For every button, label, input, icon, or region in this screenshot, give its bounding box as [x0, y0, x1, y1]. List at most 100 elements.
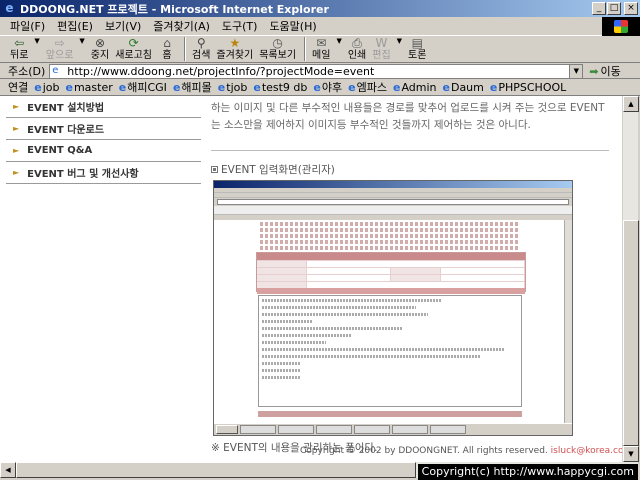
mail-icon: ✉: [316, 36, 327, 50]
screenshot-submit-bar: [258, 411, 522, 417]
window-title: DDOONG.NET 프로젝트 - Microsoft Internet Exp…: [20, 2, 329, 16]
browser-window: e DDOONG.NET 프로젝트 - Microsoft Internet E…: [0, 0, 640, 480]
back-dropdown-icon[interactable]: ▼: [34, 37, 39, 45]
menu-tools[interactable]: 도구(T): [216, 18, 264, 34]
link-tjob[interactable]: e tjob: [218, 81, 248, 94]
footer-email-link[interactable]: isluck@korea.com: [551, 446, 622, 456]
close-button[interactable]: ×: [624, 2, 638, 15]
mail-dropdown-icon[interactable]: ▼: [336, 37, 341, 45]
section-box-icon: [211, 166, 218, 173]
address-input[interactable]: e http://www.ddoong.net/projectInfo/?pro…: [49, 63, 584, 79]
discuss-button[interactable]: ▤ 토론: [408, 37, 426, 62]
link-page-icon: e: [217, 80, 226, 94]
link-page-icon: e: [65, 80, 73, 94]
link-happycgi[interactable]: e 해피CGI: [119, 79, 167, 95]
toolbar-separator: [184, 37, 187, 61]
screenshot-google-bar: [214, 206, 572, 215]
sidebar-item-qna[interactable]: ► EVENT Q&A: [6, 140, 201, 162]
address-url: http://www.ddoong.net/projectInfo/?proje…: [67, 64, 375, 78]
link-test9db[interactable]: e test9 db: [253, 81, 307, 94]
window-controls: _ □ ×: [591, 2, 638, 15]
windows-logo-icon: [602, 17, 640, 36]
section-heading: EVENT 입력화면(관리자): [211, 162, 611, 177]
edit-icon: W: [375, 36, 388, 50]
forward-dropdown-icon[interactable]: ▼: [79, 37, 84, 45]
back-button[interactable]: ⇦ 뒤로: [10, 36, 28, 62]
link-page-icon: e: [392, 80, 401, 94]
page-icon: e: [52, 65, 59, 76]
scroll-up-icon[interactable]: ▲: [623, 96, 639, 112]
ie-logo-icon: e: [5, 1, 14, 15]
link-page-icon: e: [172, 80, 181, 94]
go-button[interactable]: ➡ 이동: [589, 63, 620, 79]
mail-button[interactable]: ✉ 메일: [312, 36, 330, 62]
stop-button[interactable]: ⊗ 중지: [91, 36, 109, 62]
watermark-text: Copyright(c) http://www.happycgi.com: [417, 464, 638, 480]
link-empas[interactable]: e 엠파스: [348, 79, 387, 95]
menu-help[interactable]: 도움말(H): [263, 18, 322, 34]
admin-screenshot-image: [213, 180, 573, 436]
standard-toolbar: ⇦ 뒤로 ▼ ⇨ 앞으로 ▼ ⊗ 중지 ⟳ 새로고침 ⌂ 홈 ⚲ 검색 ★ 즐겨…: [0, 37, 640, 63]
scroll-left-icon[interactable]: ◀: [0, 462, 16, 478]
menu-favorites[interactable]: 즐겨찾기(A): [147, 18, 216, 34]
edit-dropdown-icon[interactable]: ▼: [397, 37, 402, 45]
address-dropdown-icon[interactable]: ▼: [569, 64, 583, 78]
link-job[interactable]: e job: [34, 81, 59, 94]
bullet-icon: ►: [13, 102, 20, 111]
link-yahoo[interactable]: e 야후: [313, 79, 342, 95]
link-phpschool[interactable]: e PHPSCHOOL: [490, 81, 566, 94]
vertical-scroll-thumb[interactable]: [623, 220, 639, 446]
screenshot-toolbar: [214, 193, 572, 198]
horizontal-scroll-thumb[interactable]: [16, 462, 416, 478]
search-button[interactable]: ⚲ 검색: [192, 37, 210, 62]
link-page-icon: e: [442, 80, 450, 94]
menu-edit[interactable]: 편집(E): [51, 18, 99, 34]
screenshot-form-header: [257, 253, 525, 260]
menu-view[interactable]: 보기(V): [99, 18, 147, 34]
bullet-icon: ►: [13, 146, 20, 155]
sidebar-item-bugs[interactable]: ► EVENT 버그 및 개선사항: [6, 162, 201, 184]
vertical-scrollbar[interactable]: ▲ ▼: [622, 96, 639, 462]
link-happymall[interactable]: e 해피몰: [173, 79, 212, 95]
sidebar-item-install[interactable]: ► EVENT 설치방법: [6, 96, 201, 118]
refresh-button[interactable]: ⟳ 새로고침: [115, 36, 152, 62]
back-arrow-icon: ⇦: [14, 36, 25, 50]
bullet-icon: ►: [13, 168, 20, 177]
intro-paragraph: 하는 이미지 및 다른 부수적인 내용들은 경로를 맞추어 업로드를 시켜 주는…: [211, 102, 605, 131]
sidebar-nav: ► EVENT 설치방법 ► EVENT 다운로드 ► EVENT Q&A ► EVEN…: [6, 96, 201, 184]
edit-button[interactable]: W 편집: [372, 36, 390, 62]
link-master[interactable]: e master: [66, 81, 113, 94]
favorites-icon: ★: [229, 36, 241, 50]
links-bar: 연결 e job e master e 해피CGI e 해피몰 e tjob e test9…: [0, 79, 640, 96]
sidebar-item-download[interactable]: ► EVENT 다운로드: [6, 118, 201, 140]
links-label: 연결: [8, 81, 29, 94]
title-bar: e DDOONG.NET 프로젝트 - Microsoft Internet E…: [0, 0, 640, 17]
link-page-icon: e: [34, 80, 42, 94]
screenshot-titlebar: [214, 181, 572, 188]
go-arrow-icon: ➡: [589, 64, 599, 78]
screenshot-scrollbar: [564, 220, 572, 424]
home-icon: ⌂: [163, 36, 171, 50]
address-bar: 주소(D) e http://www.ddoong.net/projectInf…: [0, 63, 640, 79]
screenshot-page: [214, 220, 566, 424]
link-daum[interactable]: e Daum: [443, 81, 484, 94]
toolbar-separator: [304, 37, 307, 61]
screenshot-text-lines: [260, 222, 520, 252]
link-admin[interactable]: e Admin: [393, 81, 437, 94]
print-icon: ⎙: [352, 36, 362, 50]
home-button[interactable]: ⌂ 홈: [158, 36, 176, 62]
favorites-button[interactable]: ★ 즐겨찾기: [216, 36, 253, 62]
go-label: 이동: [600, 65, 621, 78]
forward-button[interactable]: ⇨ 앞으로: [46, 37, 74, 62]
menu-file[interactable]: 파일(F): [4, 18, 51, 34]
print-button[interactable]: ⎙ 인쇄: [348, 36, 366, 62]
address-label: 주소(D): [8, 65, 46, 78]
minimize-button[interactable]: _: [592, 2, 606, 15]
screenshot-taskbar: [214, 423, 572, 435]
screenshot-address: [217, 199, 569, 205]
history-button[interactable]: ◷ 목록보기: [259, 37, 296, 62]
refresh-icon: ⟳: [128, 36, 139, 50]
stop-icon: ⊗: [94, 36, 106, 50]
maximize-button[interactable]: □: [607, 2, 621, 15]
scroll-down-icon[interactable]: ▼: [623, 446, 639, 462]
